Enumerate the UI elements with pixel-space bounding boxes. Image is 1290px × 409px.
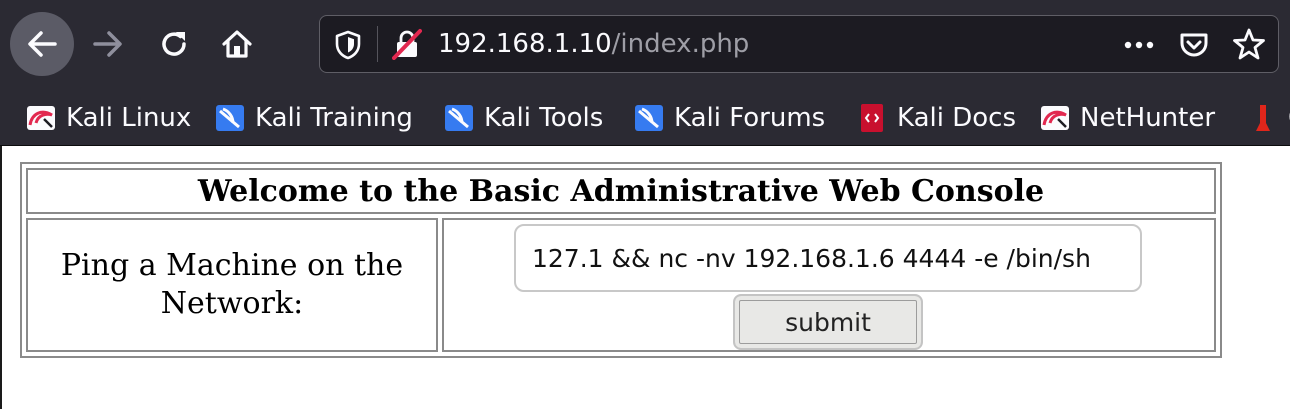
page-title: Welcome to the Basic Administrative Web …: [26, 168, 1216, 214]
bookmark-exploit-db[interactable]: O: [1248, 98, 1290, 138]
exploit-db-icon: [1256, 105, 1270, 131]
ping-label: Ping a Machine on the Network:: [26, 218, 438, 352]
bookmark-kali-docs[interactable]: Kali Docs: [857, 98, 1016, 138]
arrow-left-icon: [28, 31, 57, 57]
bookmark-kali-training[interactable]: Kali Training: [215, 98, 413, 138]
forward-button[interactable]: [76, 12, 140, 76]
url-bar[interactable]: 192.168.1.10/index.php: [319, 15, 1279, 73]
nethunter-icon: [1041, 106, 1069, 130]
tracking-shield-icon[interactable]: [334, 30, 362, 60]
home-icon: [222, 30, 252, 58]
reload-icon: [162, 32, 186, 56]
reload-button[interactable]: [142, 12, 206, 76]
url-path: /index.php: [611, 29, 750, 59]
bookmark-kali-linux[interactable]: Kali Linux: [26, 98, 191, 138]
star-icon[interactable]: [1232, 27, 1266, 61]
kali-docs-icon: [861, 104, 883, 132]
ping-form: submit: [442, 218, 1216, 352]
kali-training-icon: [216, 105, 244, 131]
url-text[interactable]: 192.168.1.10/index.php: [438, 26, 749, 62]
bookmark-label: NetHunter: [1080, 103, 1216, 133]
more-dots-icon[interactable]: [1122, 30, 1156, 60]
kali-forums-icon: [635, 105, 663, 131]
pocket-icon[interactable]: [1178, 29, 1210, 61]
console-table: Welcome to the Basic Administrative Web …: [20, 162, 1222, 358]
url-host: 192.168.1.10: [438, 29, 612, 59]
bookmark-label: Kali Linux: [66, 103, 192, 133]
bookmark-label: Kali Training: [255, 103, 413, 133]
submit-button[interactable]: submit: [733, 294, 923, 350]
kali-tools-icon: [445, 105, 473, 131]
back-button[interactable]: [10, 12, 74, 76]
browser-toolbar: 192.168.1.10/index.php: [0, 0, 1290, 90]
bookmark-kali-forums[interactable]: Kali Forums: [634, 98, 825, 138]
home-button[interactable]: [205, 12, 269, 76]
bookmark-label: Kali Tools: [484, 103, 604, 133]
bookmarks-toolbar: Kali Linux Kali Training Kali Tools Kali…: [0, 90, 1290, 146]
ping-command-input[interactable]: [514, 224, 1142, 292]
bookmark-nethunter[interactable]: NetHunter: [1040, 98, 1215, 138]
bookmark-kali-tools[interactable]: Kali Tools: [444, 98, 603, 138]
bookmark-label: Kali Docs: [897, 103, 1017, 133]
insecure-lock-icon[interactable]: [392, 28, 422, 60]
kali-dragon-icon: [27, 106, 55, 130]
bookmark-label: Kali Forums: [674, 103, 826, 133]
url-separator: [377, 26, 378, 62]
arrow-right-icon: [93, 31, 122, 57]
page-left-edge: [0, 146, 2, 409]
